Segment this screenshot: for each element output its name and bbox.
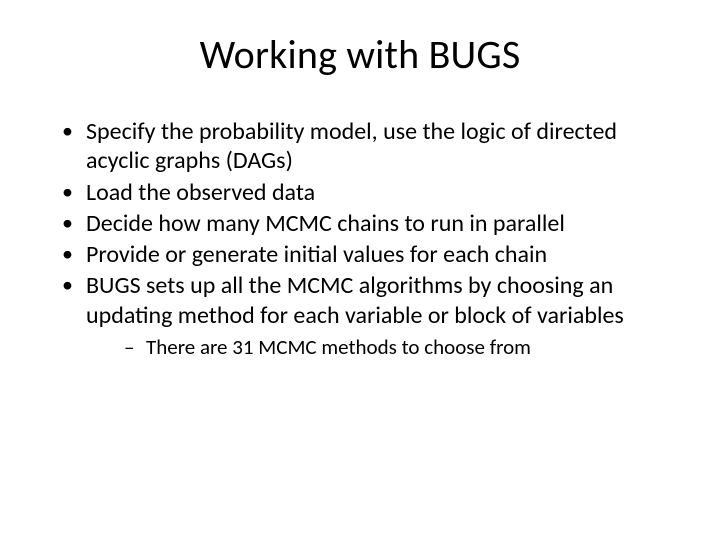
bullet-list: Specify the probability model, use the l… bbox=[56, 117, 672, 360]
bullet-item: Specify the probability model, use the l… bbox=[56, 117, 672, 176]
bullet-item: Load the observed data bbox=[56, 178, 672, 207]
sub-bullet-list: There are 31 MCMC methods to choose from bbox=[124, 334, 672, 360]
slide-title: Working with BUGS bbox=[48, 30, 672, 79]
slide: Working with BUGS Specify the probabilit… bbox=[0, 0, 720, 540]
bullet-item: BUGS sets up all the MCMC algorithms by … bbox=[56, 271, 672, 360]
sub-bullet-item: There are 31 MCMC methods to choose from bbox=[124, 334, 672, 360]
bullet-item: Decide how many MCMC chains to run in pa… bbox=[56, 209, 672, 238]
bullet-item-text: BUGS sets up all the MCMC algorithms by … bbox=[86, 271, 624, 329]
bullet-item: Provide or generate initial values for e… bbox=[56, 240, 672, 269]
